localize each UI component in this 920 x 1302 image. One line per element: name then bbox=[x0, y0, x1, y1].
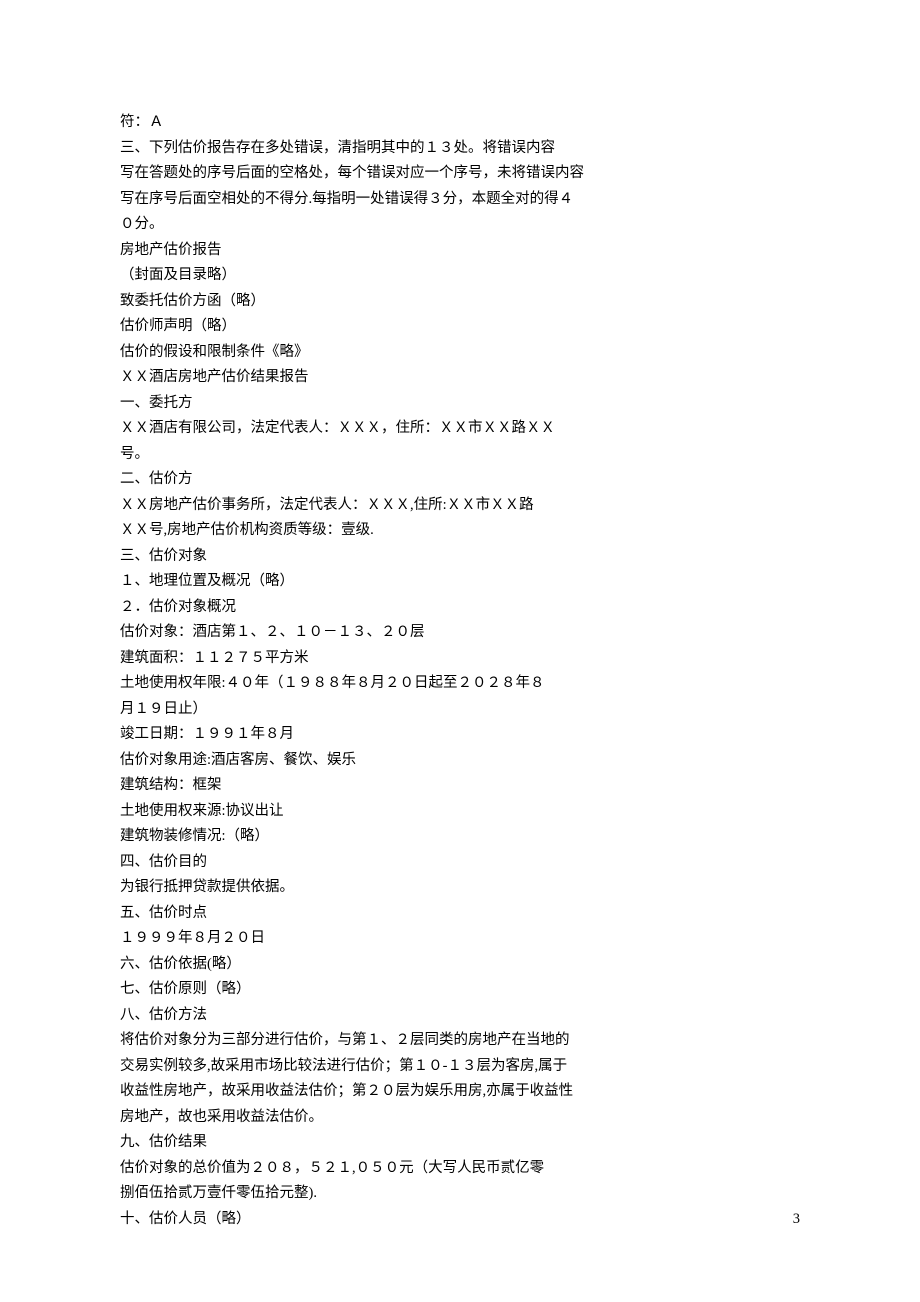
text-line: 六、估价依据(略） bbox=[120, 952, 800, 978]
text-line: １、地理位置及概况（略） bbox=[120, 569, 800, 595]
text-line: 竣工日期：１９９１年８月 bbox=[120, 722, 800, 748]
text-line: 号。 bbox=[120, 442, 800, 468]
text-line: 八、估价方法 bbox=[120, 1003, 800, 1029]
text-line: 建筑物装修情况:（略） bbox=[120, 824, 800, 850]
text-line: 九、估价结果 bbox=[120, 1130, 800, 1156]
text-line: 捌佰伍拾贰万壹仟零伍拾元整). bbox=[120, 1181, 800, 1207]
text-line: 三、下列估价报告存在多处错误，清指明其中的１３处。将错误内容 bbox=[120, 136, 800, 162]
text-line: 交易实例较多,故采用市场比较法进行估价；第１０-１３层为客房,属于 bbox=[120, 1054, 800, 1080]
text-line: 房地产估价报告 bbox=[120, 238, 800, 264]
text-line: 土地使用权年限:４０年（１９８８年８月２０日起至２０２８年８ bbox=[120, 671, 800, 697]
text-line: 十、估价人员（略） bbox=[120, 1207, 800, 1233]
text-line: ＸＸ酒店有限公司，法定代表人：ＸＸＸ，住所：ＸＸ市ＸＸ路ＸＸ bbox=[120, 416, 800, 442]
text-line: ＸＸ房地产估价事务所，法定代表人：ＸＸＸ,住所:ＸＸ市ＸＸ路 bbox=[120, 493, 800, 519]
text-line: ０分。 bbox=[120, 212, 800, 238]
text-line: 估价的假设和限制条件《略》 bbox=[120, 340, 800, 366]
document-body: 符：Ａ三、下列估价报告存在多处错误，清指明其中的１３处。将错误内容写在答题处的序… bbox=[120, 110, 800, 1232]
text-line: 四、估价目的 bbox=[120, 850, 800, 876]
text-line: 写在答题处的序号后面的空格处，每个错误对应一个序号，未将错误内容 bbox=[120, 161, 800, 187]
text-line: 七、估价原则（略） bbox=[120, 977, 800, 1003]
text-line: ２．估价对象概况 bbox=[120, 595, 800, 621]
text-line: （封面及目录略） bbox=[120, 263, 800, 289]
text-line: 写在序号后面空相处的不得分.每指明一处错误得３分，本题全对的得４ bbox=[120, 187, 800, 213]
text-line: 五、估价时点 bbox=[120, 901, 800, 927]
text-line: 建筑面积：１１２７５平方米 bbox=[120, 646, 800, 672]
text-line: 一、委托方 bbox=[120, 391, 800, 417]
text-line: 符：Ａ bbox=[120, 110, 800, 136]
page-number: 3 bbox=[793, 1207, 800, 1233]
text-line: １９９９年８月２０日 bbox=[120, 926, 800, 952]
text-line: 估价对象用途:酒店客房、餐饮、娱乐 bbox=[120, 748, 800, 774]
text-line: 建筑结构：框架 bbox=[120, 773, 800, 799]
text-line: 估价对象的总价值为２０８，５２１,０５０元（大写人民币贰亿零 bbox=[120, 1156, 800, 1182]
text-line: 土地使用权来源:协议出让 bbox=[120, 799, 800, 825]
text-line: 估价对象：酒店第１、２、１０－１３、２０层 bbox=[120, 620, 800, 646]
text-line: ＸＸ号,房地产估价机构资质等级：壹级. bbox=[120, 518, 800, 544]
text-line: 估价师声明（略） bbox=[120, 314, 800, 340]
text-line: 月１９日止） bbox=[120, 697, 800, 723]
text-line: 二、估价方 bbox=[120, 467, 800, 493]
text-line: 收益性房地产，故采用收益法估价；第２０层为娱乐用房,亦属于收益性 bbox=[120, 1079, 800, 1105]
text-line: 为银行抵押贷款提供依据。 bbox=[120, 875, 800, 901]
text-line: 致委托估价方函（略） bbox=[120, 289, 800, 315]
text-line: 三、估价对象 bbox=[120, 544, 800, 570]
text-line: ＸＸ酒店房地产估价结果报告 bbox=[120, 365, 800, 391]
text-line: 将估价对象分为三部分进行估价，与第１、２层同类的房地产在当地的 bbox=[120, 1028, 800, 1054]
text-line: 房地产，故也采用收益法估价。 bbox=[120, 1105, 800, 1131]
document-page: 符：Ａ三、下列估价报告存在多处错误，清指明其中的１３处。将错误内容写在答题处的序… bbox=[0, 0, 920, 1232]
